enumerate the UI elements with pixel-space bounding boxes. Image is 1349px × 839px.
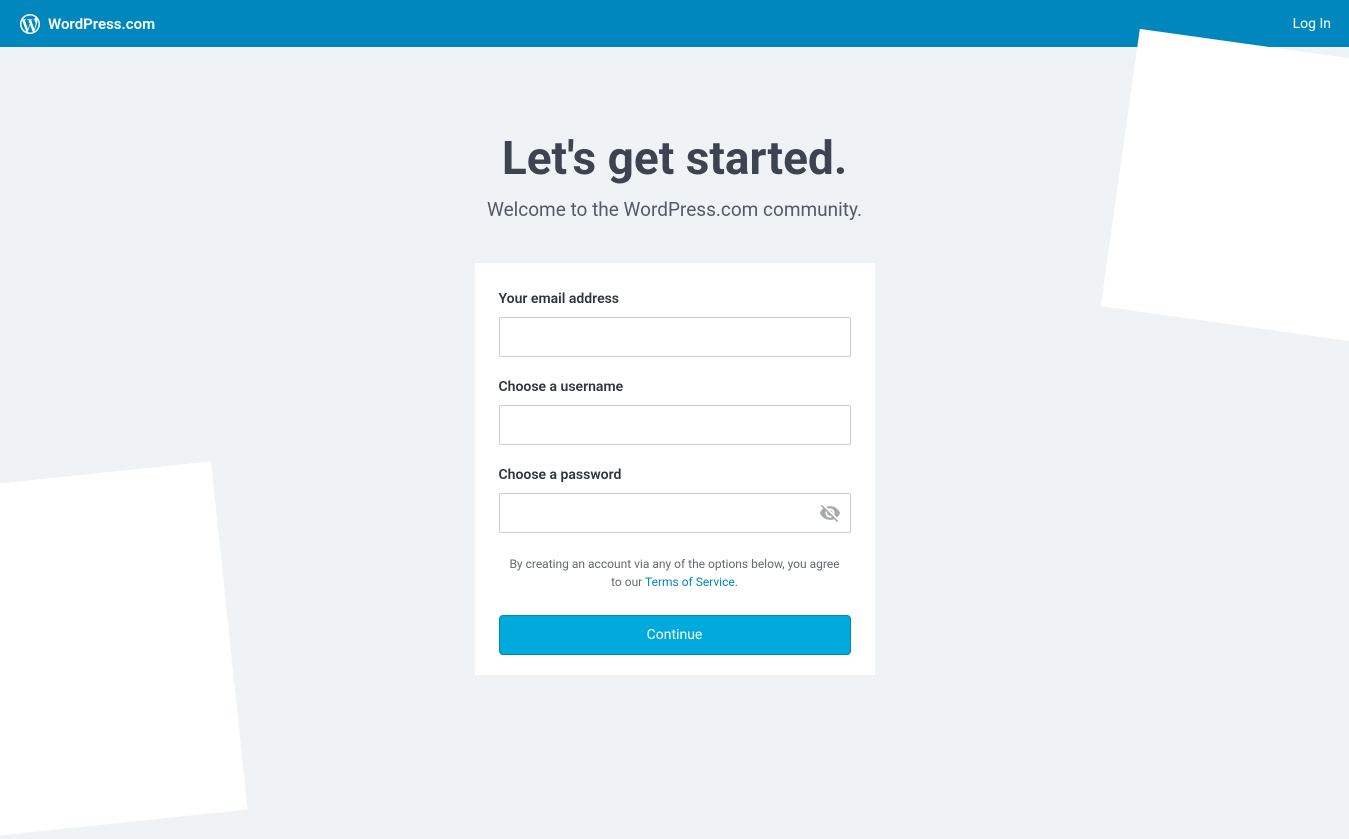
- wordpress-logo-link[interactable]: WordPress.com: [18, 12, 155, 36]
- page-subtitle: Welcome to the WordPress.com community.: [487, 198, 862, 221]
- email-input[interactable]: [499, 317, 851, 357]
- password-form-group: Choose a password: [499, 467, 851, 533]
- email-form-group: Your email address: [499, 291, 851, 357]
- username-form-group: Choose a username: [499, 379, 851, 445]
- main-content: Let's get started. Welcome to the WordPr…: [0, 47, 1349, 675]
- password-visibility-toggle[interactable]: [819, 502, 841, 524]
- password-label: Choose a password: [499, 467, 851, 483]
- terms-of-service-text: By creating an account via any of the op…: [499, 555, 851, 591]
- brand-name: WordPress.com: [48, 15, 155, 33]
- password-input[interactable]: [499, 493, 851, 533]
- terms-of-service-link[interactable]: Terms of Service: [645, 575, 735, 589]
- email-label: Your email address: [499, 291, 851, 307]
- eye-hidden-icon: [819, 502, 841, 524]
- password-wrapper: [499, 493, 851, 533]
- signup-form-card: Your email address Choose a username Cho…: [475, 263, 875, 675]
- username-label: Choose a username: [499, 379, 851, 395]
- wordpress-icon: [18, 12, 42, 36]
- login-link[interactable]: Log In: [1293, 16, 1331, 32]
- page-title: Let's get started.: [502, 132, 847, 186]
- tos-text-after: .: [735, 575, 738, 589]
- continue-button[interactable]: Continue: [499, 615, 851, 655]
- username-input[interactable]: [499, 405, 851, 445]
